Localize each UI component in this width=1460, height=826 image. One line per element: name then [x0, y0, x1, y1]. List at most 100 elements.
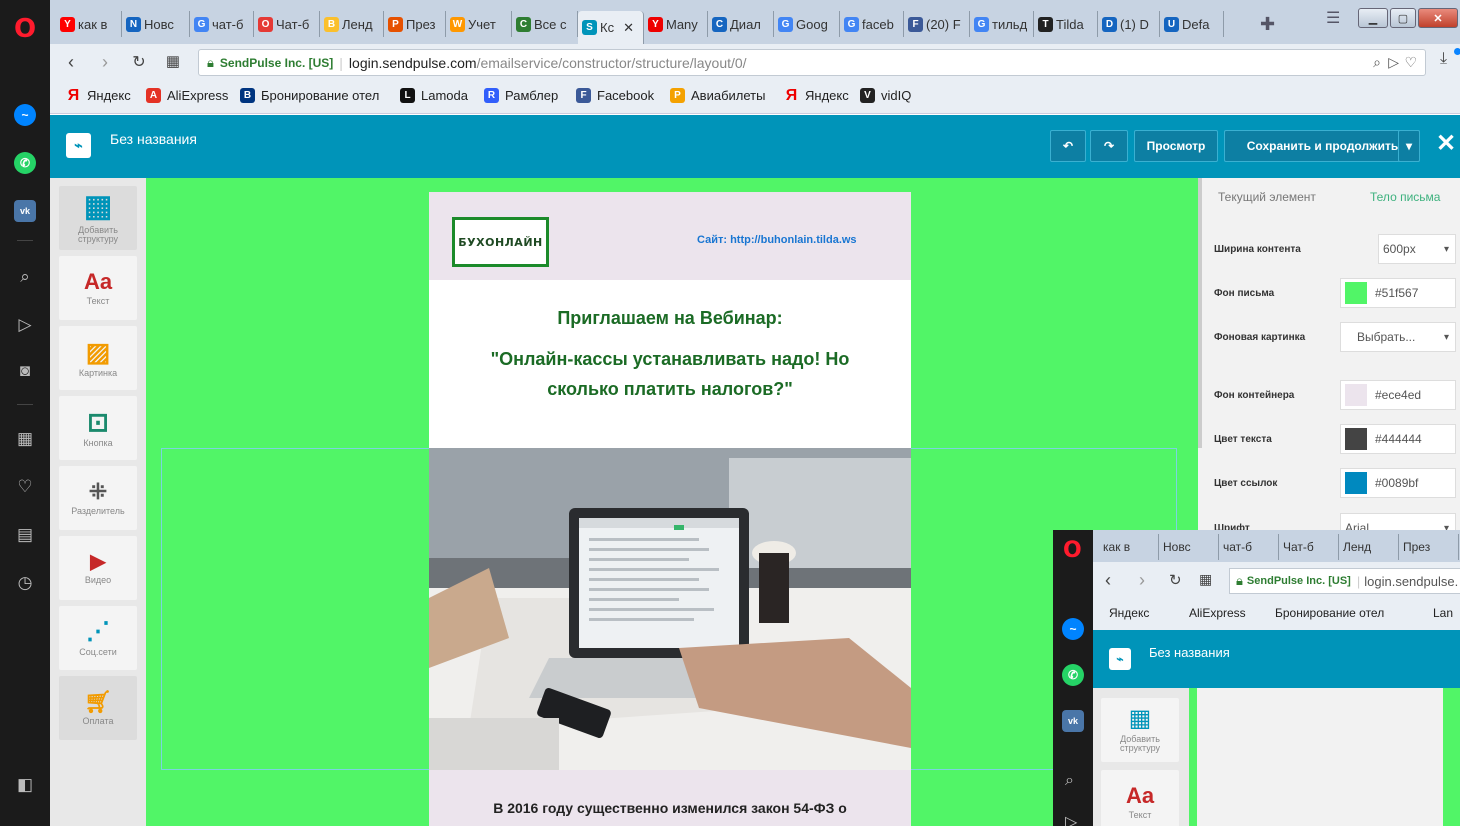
panel-input-2[interactable]: Выбрать... ▾ [1340, 322, 1456, 352]
speed-dial-icon[interactable]: ▦ [10, 424, 40, 454]
preview-button[interactable]: Просмотр [1134, 130, 1218, 162]
url-field[interactable]: 🔒︎ SendPulse Inc. [US] | login.sendpulse… [198, 49, 1426, 76]
panel-input-3[interactable]: #ece4ed [1340, 380, 1456, 410]
back-icon[interactable]: ‹ [60, 52, 82, 73]
whatsapp-icon[interactable]: ✆ [10, 148, 40, 178]
tab-12[interactable]: Gfaceb [840, 11, 904, 37]
tab-8[interactable]: S Кс ✕ [578, 11, 644, 44]
tab-email-body[interactable]: Тело письма [1370, 190, 1440, 204]
save-dropdown-button[interactable]: ▾ [1398, 130, 1420, 162]
vk-icon[interactable]: vk [10, 196, 40, 226]
tab-7[interactable]: C Все с [512, 11, 578, 37]
download-icon[interactable]: ⤓ [1440, 50, 1447, 68]
tool-share[interactable]: ⋰ Соц.сети [59, 606, 137, 670]
camera-icon[interactable]: ◙ [10, 356, 40, 386]
opera-logo-icon[interactable]: O [10, 14, 40, 44]
zoom-icon[interactable]: ⌕ [1373, 54, 1381, 71]
tab-3[interactable]: O Чат-б [254, 11, 320, 37]
minimize-button[interactable]: ▁ [1358, 8, 1388, 28]
tab-14[interactable]: Gтильд [970, 11, 1034, 37]
tab-9[interactable]: Y Many [644, 11, 708, 37]
tab-label: Goog [796, 16, 828, 32]
doc-icon: D [1102, 16, 1117, 32]
panel-input-1[interactable]: #51f567 [1340, 278, 1456, 308]
tab-16[interactable]: D (1) D [1098, 11, 1160, 37]
email-header-block[interactable]: БУХОНЛАЙН Сайт: http://buhonlain.tilda.w… [429, 192, 911, 280]
forward-icon[interactable]: › [94, 52, 116, 73]
tab-2[interactable]: Gчат-б [190, 11, 254, 37]
tab-menu-icon[interactable]: ☰ [1326, 8, 1340, 28]
panel-input-5[interactable]: #0089bf [1340, 468, 1456, 498]
tab-15[interactable]: T Tilda [1034, 11, 1098, 37]
template-title[interactable]: Без названия [110, 131, 197, 147]
email-heading-block[interactable]: Приглашаем на Вебинар: "Онлайн-кассы уст… [429, 280, 911, 448]
tab-17[interactable]: U Defa [1160, 11, 1224, 37]
tool-button[interactable]: ⊡ Кнопка [59, 396, 137, 460]
tool-grid[interactable]: ▦ Добавить структуру [59, 186, 137, 250]
tool-text[interactable]: Aa Текст [59, 256, 137, 320]
tab-4[interactable]: B Ленд [320, 11, 384, 37]
tool-image[interactable]: ▨ Картинка [59, 326, 137, 390]
panel-scrollbar[interactable] [1198, 178, 1202, 448]
email-image[interactable] [429, 448, 911, 770]
window-close-button[interactable]: ✕ [1418, 8, 1458, 28]
tab-0[interactable]: Yкак в [56, 11, 122, 37]
news-icon[interactable]: ▤ [10, 520, 40, 550]
undo-button[interactable]: ↶ [1050, 130, 1086, 162]
tab-10[interactable]: C Диал [708, 11, 774, 37]
chevron-down-icon[interactable]: ▾ [1444, 332, 1449, 343]
redo-button[interactable]: ↷ [1090, 130, 1128, 162]
mini-tab-label: През [1403, 540, 1431, 554]
tool-cart[interactable]: 🛒︎ Оплата [59, 676, 137, 740]
send-page-icon[interactable]: ▷ [1388, 54, 1399, 71]
history-icon[interactable]: ◷ [10, 568, 40, 598]
bookmark-4[interactable]: R Рамблер [484, 88, 558, 103]
divider-icon: ⁜ [88, 478, 108, 504]
tabs-grid-icon[interactable]: ▦ [162, 52, 184, 70]
bookmark-8[interactable]: VvidIQ [860, 88, 911, 103]
color-swatch[interactable] [1345, 472, 1367, 494]
save-continue-button[interactable]: Сохранить и продолжить [1224, 130, 1420, 162]
email-logo[interactable]: БУХОНЛАЙН [452, 217, 549, 267]
tab-6[interactable]: W Учет [446, 11, 512, 37]
mini-bookmark-label: AliExpress [1189, 606, 1246, 620]
send-icon[interactable]: ▷ [10, 310, 40, 340]
tab-current-element[interactable]: Текущий элемент [1218, 190, 1316, 204]
url-path: /emailservice/constructor/structure/layo… [476, 54, 747, 71]
heart-icon[interactable]: ♡ [10, 472, 40, 502]
bookmark-7[interactable]: Я Яндекс [784, 87, 849, 104]
tool-video[interactable]: ▶ Видео [59, 536, 137, 600]
maximize-button[interactable]: ▢ [1390, 8, 1416, 28]
url-host: login.sendpulse.com [348, 54, 477, 71]
color-swatch[interactable] [1345, 282, 1367, 304]
tool-label: Видео [84, 574, 112, 585]
bookmark-6[interactable]: P Авиабилеты [670, 88, 765, 103]
email-text-block[interactable]: В 2016 году существенно изменился закон … [429, 770, 911, 826]
bookmark-2[interactable]: B Бронирование отел [240, 88, 379, 103]
panel-input-0[interactable]: 600px ▾ [1378, 234, 1456, 264]
new-tab-icon[interactable]: ✚ [1260, 14, 1275, 35]
bookmark-3[interactable]: L Lamoda [400, 88, 468, 103]
button-icon: ⊡ [87, 406, 109, 437]
tab-11[interactable]: G Goog [774, 11, 840, 37]
search-icon[interactable]: ⌕ [10, 262, 40, 292]
bookmark-heart-icon[interactable]: ♡ [1404, 54, 1417, 71]
reload-icon[interactable]: ↻ [128, 52, 150, 72]
color-swatch[interactable] [1345, 428, 1367, 450]
panel-input-4[interactable]: #444444 [1340, 424, 1456, 454]
chevron-down-icon[interactable]: ▾ [1444, 244, 1449, 255]
tab-1[interactable]: N Новс [122, 11, 190, 37]
site-link[interactable]: Сайт: http://buhonlain.tilda.ws [697, 234, 857, 246]
yandex-icon: Y [60, 16, 75, 32]
messenger-icon[interactable]: ~ [10, 100, 40, 130]
sidebar-toggle-icon[interactable]: ◧ [10, 770, 40, 800]
bookmark-5[interactable]: F Facebook [576, 88, 654, 103]
close-tab-icon[interactable]: ✕ [623, 20, 634, 36]
tool-divider[interactable]: ⁜ Разделитель [59, 466, 137, 530]
close-editor-button[interactable]: ✕ [1436, 129, 1456, 158]
bookmark-0[interactable]: Я Яндекс [66, 87, 131, 104]
tab-5[interactable]: P През [384, 11, 446, 37]
bookmark-1[interactable]: A AliExpress [146, 88, 228, 103]
color-swatch[interactable] [1345, 384, 1367, 406]
tab-13[interactable]: F (20) F [904, 11, 970, 37]
